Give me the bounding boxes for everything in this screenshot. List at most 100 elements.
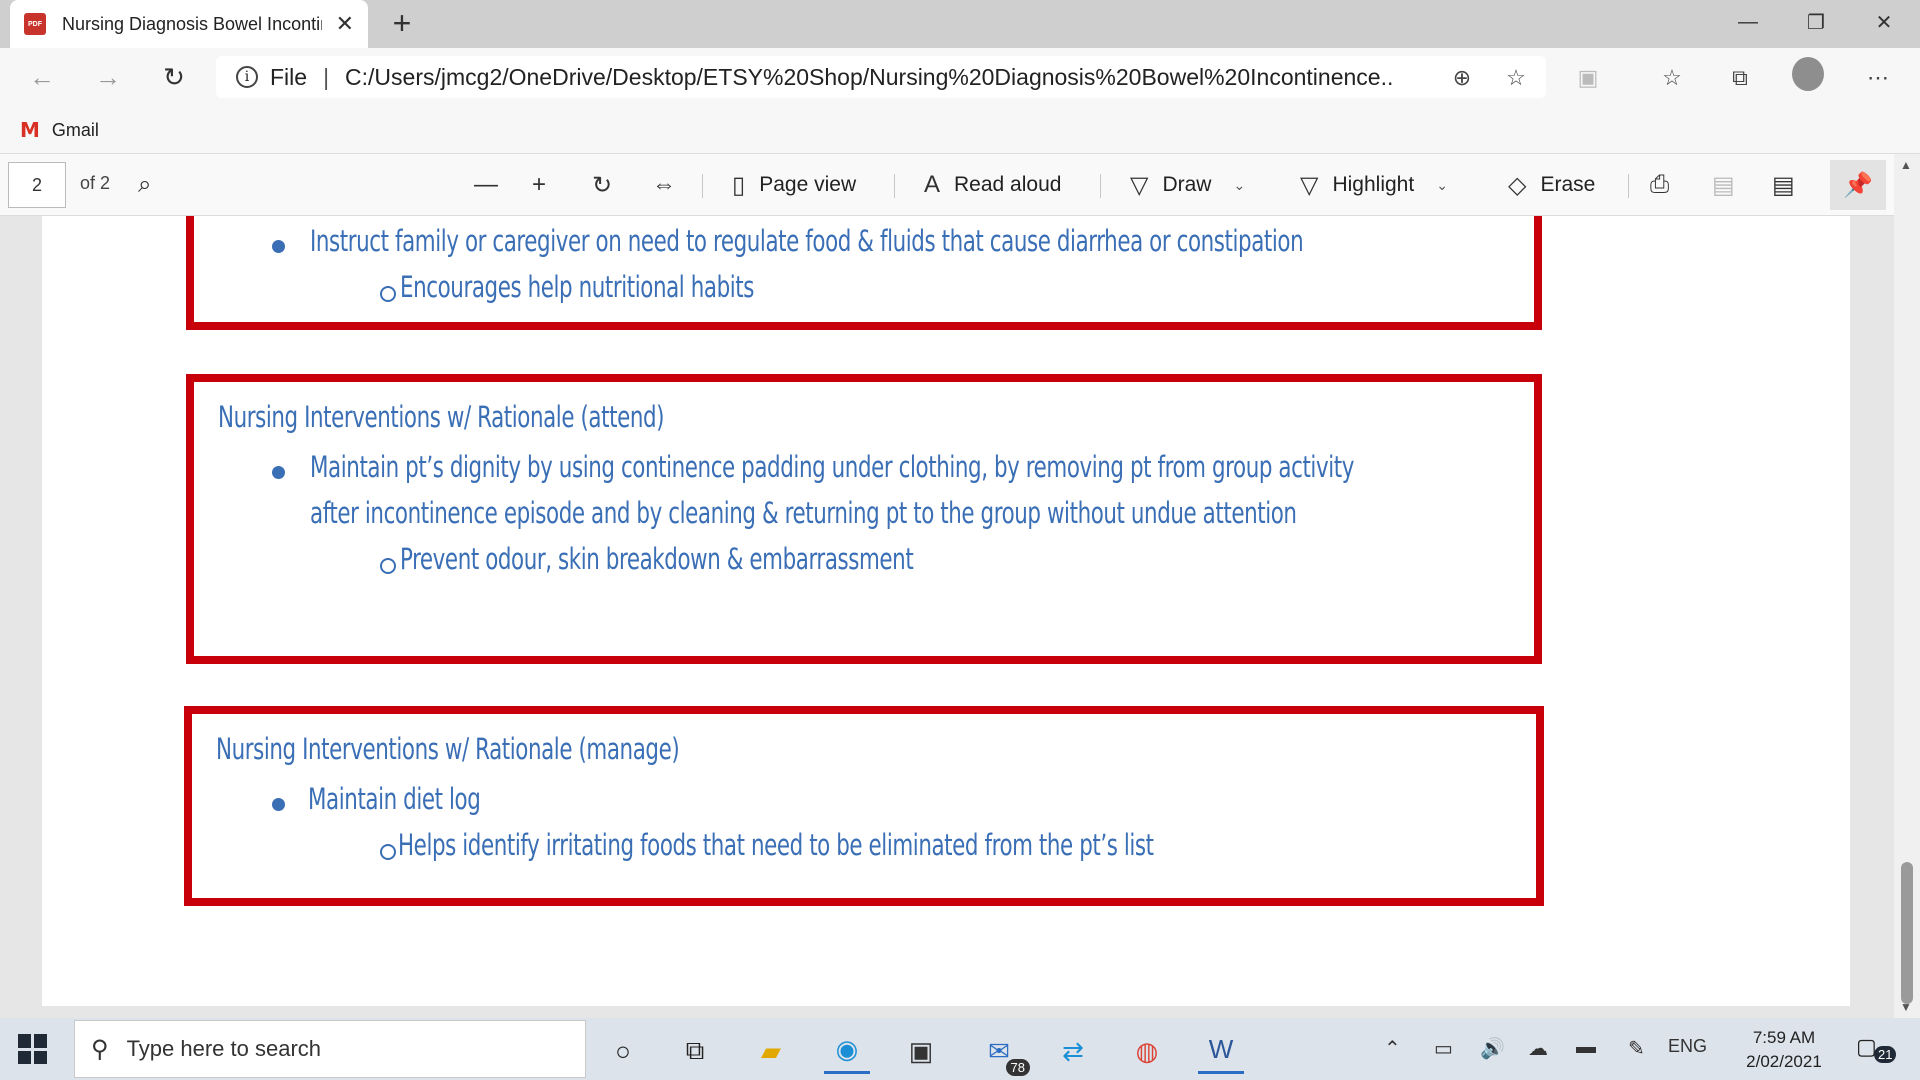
erase-button[interactable]: ◇ Erase [1508, 167, 1595, 203]
scroll-thumb[interactable] [1901, 862, 1913, 1004]
bullet-dot [272, 466, 285, 479]
teamviewer-icon[interactable]: ⇄ [1050, 1028, 1096, 1074]
pen-workspace-icon[interactable]: ✎ [1628, 1036, 1645, 1061]
read-aloud-button[interactable]: A Read aloud [924, 167, 1061, 203]
sub-bullet-circle [380, 558, 396, 574]
sub-bullet-circle [380, 286, 396, 302]
show-hidden-icons-chevron[interactable]: ⌃ [1384, 1036, 1401, 1061]
read-aloud-label: Read aloud [954, 173, 1062, 196]
back-button[interactable]: ← [24, 59, 60, 95]
draw-label: Draw [1162, 173, 1212, 196]
save-as-icon: ▤ [1772, 171, 1795, 199]
file-explorer-icon[interactable]: ▰ [748, 1028, 794, 1074]
windows-start-icon[interactable] [18, 1034, 48, 1064]
language-indicator[interactable]: ENG [1668, 1036, 1707, 1057]
tab-bar: PDF Nursing Diagnosis Bowel Incontinence… [0, 0, 1920, 48]
taskbar-search-input[interactable]: ⚲ Type here to search [74, 1020, 586, 1078]
address-scheme: File [270, 63, 308, 90]
profile-avatar[interactable] [1792, 57, 1824, 91]
extension-icon[interactable]: ▣ [1572, 62, 1604, 94]
highlight-button[interactable]: ▽ Highlight ⌄ [1300, 167, 1448, 203]
scroll-up-icon[interactable]: ▲ [1900, 158, 1912, 172]
rotate-icon: ↻ [592, 171, 613, 199]
rationale-text: Helps identify irritating foods that nee… [398, 828, 1154, 862]
new-tab-button[interactable]: + [384, 6, 420, 42]
toolbar-divider [1628, 174, 1629, 198]
pin-icon: 📌 [1843, 171, 1873, 199]
save-button[interactable]: ▤ [1712, 167, 1749, 203]
task-view-icon[interactable]: ⧉ [672, 1028, 718, 1074]
card-heading: Nursing Interventions w/ Rationale (mana… [216, 732, 680, 766]
page-view-icon: ▯ [732, 171, 746, 199]
tab-title: Nursing Diagnosis Bowel Incontinence [61, 13, 322, 34]
card-heading: Nursing Interventions w/ Rationale (atte… [218, 400, 665, 434]
print-button[interactable]: ⎙ [1650, 167, 1683, 203]
forward-button[interactable]: → [90, 59, 126, 95]
fit-page-button[interactable]: ⇔ [652, 167, 690, 203]
page-number-input[interactable]: 2 [8, 162, 66, 208]
fit-width-icon: ⇔ [652, 171, 676, 198]
favorite-label: Gmail [51, 119, 99, 140]
zoom-icon[interactable]: ⊕ [1446, 62, 1478, 94]
toolbar-divider [702, 174, 703, 198]
page-view-label: Page view [759, 173, 857, 196]
add-favorite-icon[interactable]: ☆ [1500, 62, 1532, 94]
printer-icon: ⎙ [1650, 171, 1670, 198]
more-menu-icon[interactable]: ⋯ [1862, 62, 1894, 94]
restore-button[interactable]: ❐ [1786, 0, 1846, 44]
find-button[interactable]: ⌕ [138, 167, 165, 203]
collections-icon[interactable]: ⧉ [1724, 62, 1756, 94]
chrome-icon[interactable]: ◍ [1124, 1028, 1170, 1074]
draw-button[interactable]: ▽ Draw ⌄ [1130, 167, 1245, 203]
chevron-down-icon[interactable]: ⌄ [1436, 177, 1448, 194]
pin-toolbar-button[interactable]: 📌 [1830, 160, 1886, 210]
toolbar-divider [1100, 174, 1101, 198]
battery-icon[interactable]: ▬ [1576, 1036, 1596, 1059]
toolbar-divider [894, 174, 895, 198]
rationale-text: Encourages help nutritional habits [400, 270, 754, 304]
vertical-scrollbar[interactable]: ▲ ▼ [1894, 154, 1920, 1018]
zoom-out-button[interactable]: — [474, 167, 512, 203]
document-viewer[interactable]: Instruct family or caregiver on need to … [0, 216, 1920, 1018]
store-icon[interactable]: ▣ [898, 1028, 944, 1074]
address-bar[interactable]: i File | C:/Users/jmcg2/OneDrive/Desktop… [216, 56, 1546, 98]
meet-now-icon[interactable]: ▭ [1434, 1036, 1453, 1061]
word-icon[interactable]: W [1198, 1028, 1244, 1074]
refresh-button[interactable]: ↻ [156, 59, 192, 95]
favorite-gmail[interactable]: M Gmail [20, 118, 99, 142]
system-clock[interactable]: 7:59 AM 2/02/2021 [1714, 1026, 1854, 1074]
onedrive-icon[interactable]: ☁ [1528, 1036, 1548, 1061]
intervention-text: Instruct family or caregiver on need to … [310, 224, 1304, 258]
eraser-icon: ◇ [1508, 171, 1527, 199]
read-aloud-icon: A [924, 171, 941, 198]
navigation-bar: ← → ↻ i File | C:/Users/jmcg2/OneDrive/D… [0, 48, 1920, 106]
volume-icon[interactable]: 🔊 [1480, 1036, 1505, 1061]
intervention-card-attend: Nursing Interventions w/ Rationale (atte… [186, 374, 1542, 664]
scroll-down-icon[interactable]: ▼ [1900, 1000, 1912, 1014]
close-window-button[interactable]: ✕ [1854, 0, 1914, 44]
chevron-down-icon[interactable]: ⌄ [1233, 177, 1245, 194]
rotate-button[interactable]: ↻ [592, 167, 626, 203]
favorites-icon[interactable]: ☆ [1656, 62, 1688, 94]
cortana-icon[interactable]: ○ [600, 1028, 646, 1074]
edge-browser-icon[interactable]: ◉ [824, 1028, 870, 1074]
notification-center-icon[interactable]: ▢ 21 [1856, 1034, 1897, 1066]
zoom-in-button[interactable]: + [532, 167, 560, 203]
mail-icon[interactable]: ✉ 78 [976, 1028, 1030, 1076]
draw-pen-icon: ▽ [1130, 171, 1149, 199]
intervention-text: Maintain pt’s dignity by using continenc… [310, 450, 1354, 484]
close-tab-icon[interactable]: ✕ [336, 11, 354, 37]
page-view-button[interactable]: ▯ Page view [732, 167, 856, 203]
intervention-card-1: Instruct family or caregiver on need to … [186, 216, 1542, 330]
page-total: of 2 [80, 173, 111, 193]
bullet-dot [272, 240, 285, 253]
info-icon[interactable]: i [236, 66, 258, 88]
clock-time: 7:59 AM [1752, 1028, 1816, 1047]
address-url[interactable]: C:/Users/jmcg2/OneDrive/Desktop/ETSY%20S… [345, 64, 1395, 91]
pdf-page: Instruct family or caregiver on need to … [42, 216, 1850, 1006]
address-separator: | [323, 63, 330, 90]
minimize-button[interactable]: — [1718, 0, 1778, 44]
save-as-button[interactable]: ▤ [1772, 167, 1809, 203]
browser-tab[interactable]: PDF Nursing Diagnosis Bowel Incontinence… [10, 0, 368, 48]
minus-icon: — [474, 171, 498, 198]
